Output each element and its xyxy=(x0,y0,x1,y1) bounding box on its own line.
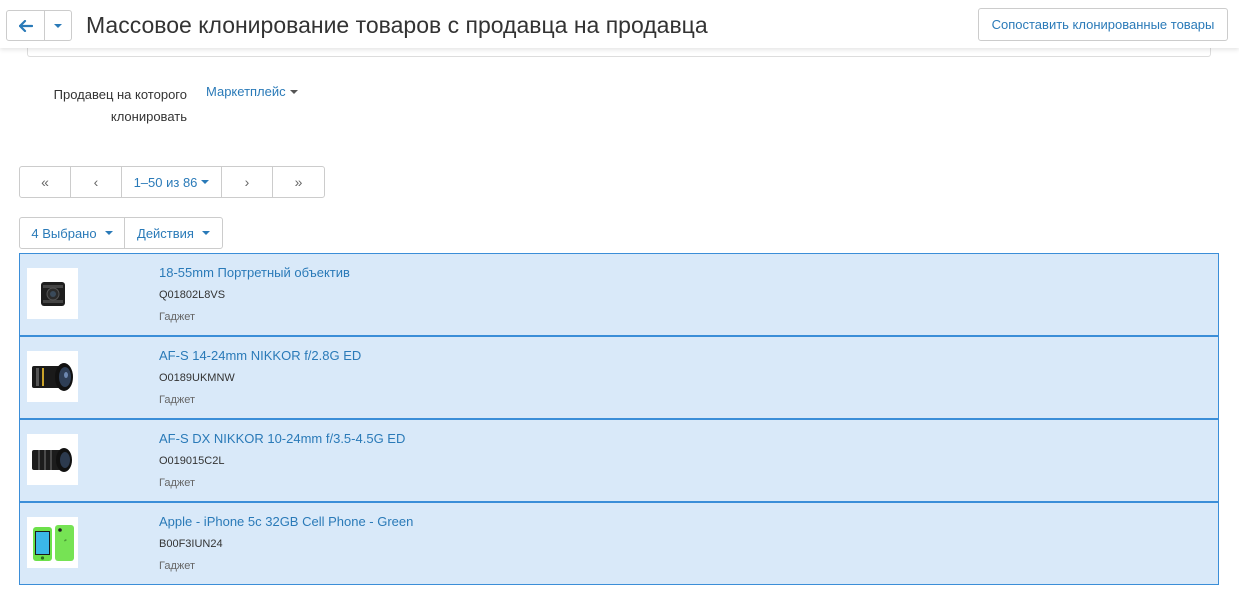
product-category: Гаджет xyxy=(159,394,196,406)
pagination-range-label: 1–50 из 86 xyxy=(133,174,198,190)
bulk-toolbar: 4 Выбрано Действия xyxy=(19,217,223,249)
product-code: B00F3IUN24 xyxy=(159,538,223,550)
zoom-lens-icon xyxy=(31,447,72,472)
product-thumbnail[interactable] xyxy=(27,268,78,319)
caret-down-icon xyxy=(201,231,210,235)
product-code: O0189UKMNW xyxy=(159,372,235,384)
caret-down-icon xyxy=(54,23,62,28)
product-row[interactable]: Apple - iPhone 5c 32GB Cell Phone - Gree… xyxy=(19,502,1219,585)
product-list: 18-55mm Портретный объектив Q01802L8VS Г… xyxy=(19,253,1219,585)
wide-lens-icon xyxy=(31,362,73,391)
product-code: O019015C2L xyxy=(159,455,225,467)
pagination-next-button[interactable]: › xyxy=(222,167,273,197)
caret-down-icon xyxy=(104,231,113,235)
caret-down-icon xyxy=(289,90,298,94)
back-dropdown-toggle[interactable] xyxy=(45,11,71,40)
arrow-left-icon xyxy=(18,19,33,32)
caret-down-icon xyxy=(201,180,210,184)
pagination-range-dropdown[interactable]: 1–50 из 86 xyxy=(122,167,222,197)
selected-count-label: 4 Выбрано xyxy=(31,225,97,241)
compare-cloned-products-button[interactable]: Сопоставить клонированные товары xyxy=(978,8,1228,41)
back-button[interactable] xyxy=(7,11,45,40)
product-code: Q01802L8VS xyxy=(159,289,226,301)
product-thumbnail[interactable] xyxy=(27,434,78,485)
product-name[interactable]: AF-S DX NIKKOR 10-24mm f/3.5-4.5G ED xyxy=(159,431,405,446)
product-thumbnail[interactable] xyxy=(27,517,78,568)
pagination-first-button[interactable]: « xyxy=(20,167,71,197)
lens-icon xyxy=(40,281,65,306)
product-thumbnail[interactable] xyxy=(27,351,78,402)
selected-count-dropdown[interactable]: 4 Выбрано xyxy=(20,218,125,248)
actions-dropdown[interactable]: Действия xyxy=(125,218,222,248)
pagination-last-button[interactable]: » xyxy=(273,167,324,197)
seller-label: Продавец на которого клонировать xyxy=(53,87,187,124)
product-category: Гаджет xyxy=(159,560,196,572)
product-name[interactable]: 18-55mm Портретный объектив xyxy=(159,265,350,280)
product-name[interactable]: AF-S 14-24mm NIKKOR f/2.8G ED xyxy=(159,348,361,363)
product-category: Гаджет xyxy=(159,477,196,489)
product-row[interactable]: AF-S DX NIKKOR 10-24mm f/3.5-4.5G ED O01… xyxy=(19,419,1219,502)
pagination-prev-button[interactable]: ‹ xyxy=(71,167,122,197)
product-name[interactable]: Apple - iPhone 5c 32GB Cell Phone - Gree… xyxy=(159,514,413,529)
seller-dropdown[interactable]: Маркетплейс xyxy=(206,84,298,100)
product-row[interactable]: AF-S 14-24mm NIKKOR f/2.8G ED O0189UKMNW… xyxy=(19,336,1219,419)
back-button-group xyxy=(6,10,72,41)
phone-icon xyxy=(32,524,74,561)
pagination: « ‹ 1–50 из 86 › » xyxy=(19,166,325,198)
page-header: Массовое клонирование товаров с продавца… xyxy=(0,0,1239,48)
product-category: Гаджет xyxy=(159,311,196,323)
product-row[interactable]: 18-55mm Портретный объектив Q01802L8VS Г… xyxy=(19,253,1219,336)
seller-dropdown-value: Маркетплейс xyxy=(206,84,286,99)
actions-label: Действия xyxy=(137,225,194,241)
page-title: Массовое клонирование товаров с продавца… xyxy=(86,12,708,38)
